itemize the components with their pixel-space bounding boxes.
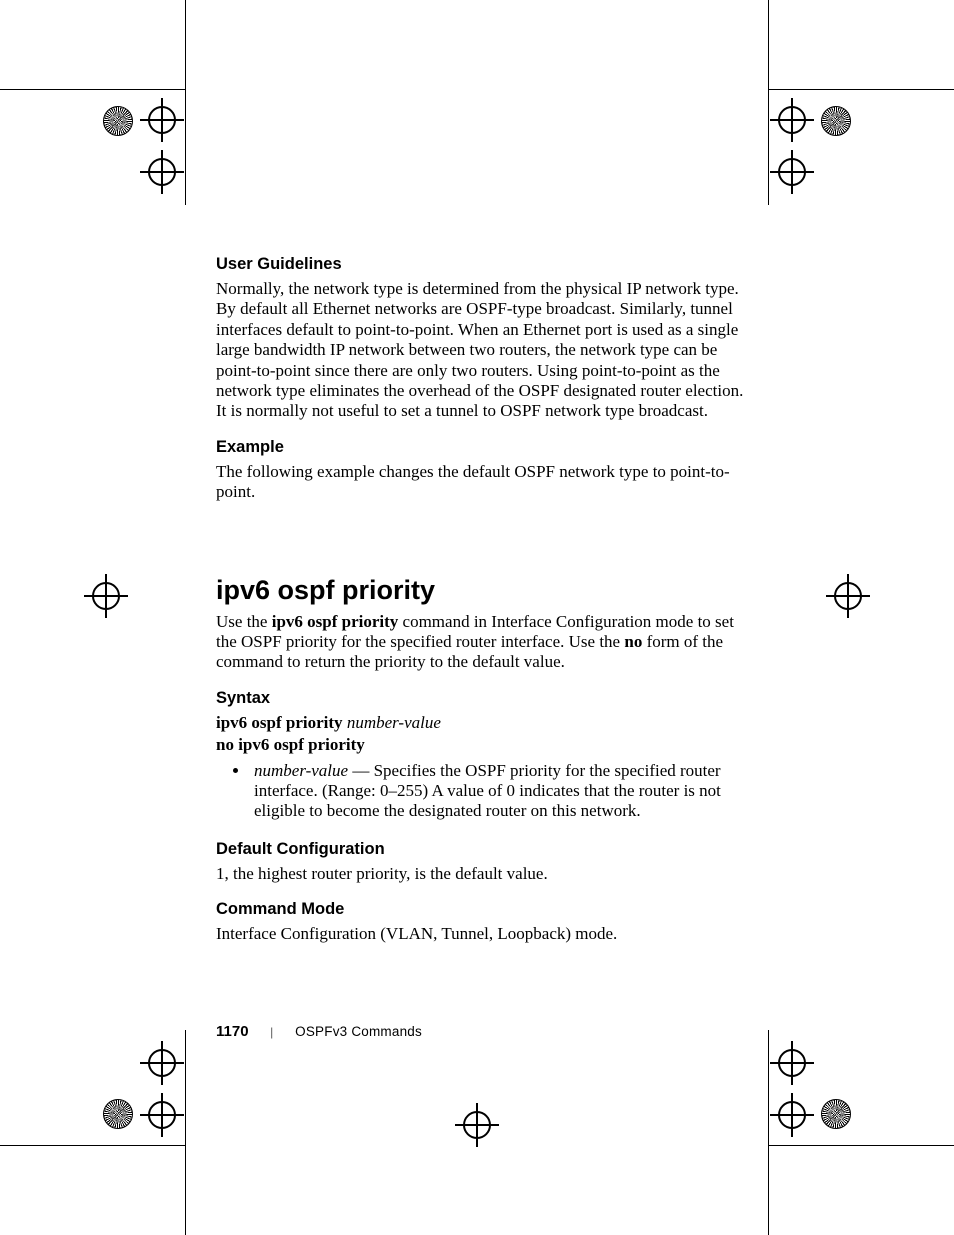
syntax-bullet: number-value — Specifies the OSPF priori…	[250, 761, 756, 822]
crop-line	[768, 1030, 769, 1235]
heading-default-config: Default Configuration	[216, 840, 756, 859]
registration-cross-icon	[463, 1111, 491, 1139]
page-number: 1170	[216, 1023, 249, 1040]
footer: 1170 | OSPFv3 Commands	[216, 1023, 422, 1040]
registration-cross-icon	[778, 1049, 806, 1077]
crop-line	[185, 0, 186, 205]
paragraph-example: The following example changes the defaul…	[216, 462, 756, 503]
command-title: ipv6 ospf priority	[216, 575, 756, 606]
footer-separator: |	[271, 1024, 274, 1040]
syntax-line-1-cmd: ipv6 ospf priority	[216, 713, 347, 732]
heading-command-mode: Command Mode	[216, 900, 756, 919]
heading-user-guidelines: User Guidelines	[216, 255, 756, 274]
registration-cross-icon	[92, 582, 120, 610]
registration-cross-icon	[834, 582, 862, 610]
paragraph-user-guidelines: Normally, the network type is determined…	[216, 279, 756, 422]
registration-cross-icon	[778, 106, 806, 134]
registration-burst-icon	[821, 1099, 851, 1129]
syntax-line-2: no ipv6 ospf priority	[216, 735, 756, 755]
crop-line	[0, 89, 185, 90]
crop-line	[185, 1030, 186, 1235]
paragraph-command-intro: Use the ipv6 ospf priority command in In…	[216, 612, 756, 673]
registration-burst-icon	[821, 106, 851, 136]
registration-burst-icon	[103, 1099, 133, 1129]
syntax-line-1: ipv6 ospf priority number-value	[216, 713, 756, 733]
main-content: User Guidelines Normally, the network ty…	[216, 255, 756, 945]
syntax-line-1-param: number-value	[347, 713, 441, 732]
heading-syntax: Syntax	[216, 689, 756, 708]
crop-line	[0, 1145, 185, 1146]
paragraph-default-config: 1, the highest router priority, is the d…	[216, 864, 756, 884]
registration-cross-icon	[148, 106, 176, 134]
syntax-bullets: number-value — Specifies the OSPF priori…	[216, 761, 756, 822]
page: User Guidelines Normally, the network ty…	[0, 0, 954, 1235]
registration-cross-icon	[778, 158, 806, 186]
registration-cross-icon	[148, 1101, 176, 1129]
syntax-bullet-param: number-value	[254, 761, 348, 780]
paragraph-command-mode: Interface Configuration (VLAN, Tunnel, L…	[216, 924, 756, 944]
text-intro-pre: Use the	[216, 612, 272, 631]
crop-line	[769, 89, 954, 90]
registration-cross-icon	[148, 158, 176, 186]
registration-cross-icon	[148, 1049, 176, 1077]
text-intro-no: no	[624, 632, 642, 651]
chapter-name: OSPFv3 Commands	[295, 1024, 422, 1039]
heading-example: Example	[216, 438, 756, 457]
crop-line	[768, 0, 769, 205]
registration-cross-icon	[778, 1101, 806, 1129]
registration-burst-icon	[103, 106, 133, 136]
text-intro-cmd: ipv6 ospf priority	[272, 612, 399, 631]
crop-line	[769, 1145, 954, 1146]
